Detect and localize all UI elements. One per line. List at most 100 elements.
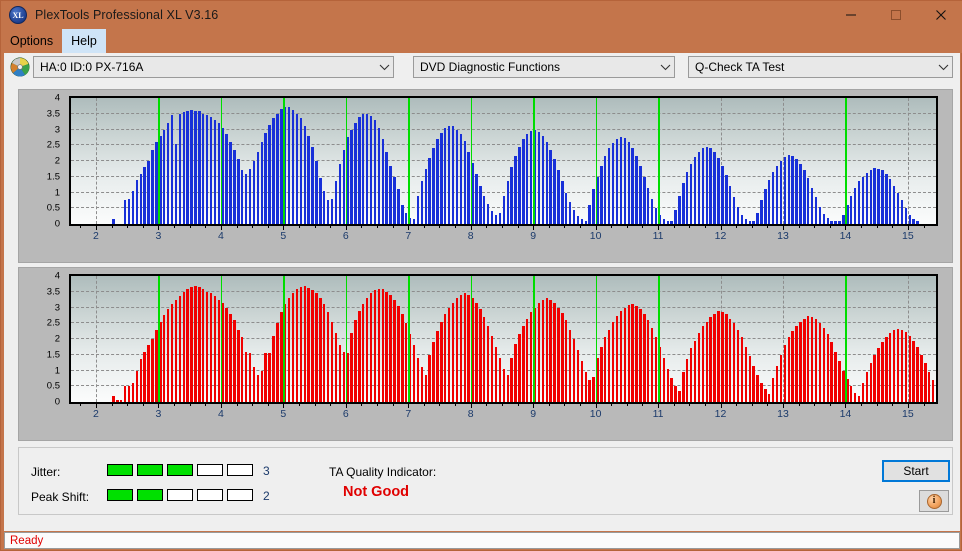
chart-bar: [416, 357, 420, 402]
y-axis-label: 0.5: [46, 380, 60, 392]
chart-bar: [865, 372, 869, 402]
function-select[interactable]: DVD Diagnostic Functions: [413, 56, 675, 78]
chart-bar: [857, 396, 861, 402]
x-axis-label: 8: [467, 408, 474, 420]
x-axis-minor-tick: [142, 226, 144, 228]
meter-segment: [227, 489, 253, 501]
meter-segment: [107, 464, 133, 476]
x-axis-minor-tick: [174, 404, 176, 406]
chart-bar: [729, 318, 732, 402]
chart-bar: [483, 195, 486, 224]
y-axis-label: 4: [54, 92, 60, 104]
peak-shift-chart-plot: [69, 274, 938, 404]
chart-bar: [358, 116, 361, 224]
chart-bar: [252, 367, 256, 402]
chart-bar: [580, 219, 584, 224]
chart-bar: [670, 378, 673, 402]
x-axis-minor-tick: [736, 226, 738, 228]
info-button[interactable]: i: [919, 490, 949, 512]
chart-bar: [725, 314, 728, 402]
chart-bar: [686, 359, 689, 402]
chart-bar: [420, 181, 424, 224]
chart-bar: [209, 293, 213, 402]
x-axis-minor-tick: [80, 404, 82, 406]
chart-bar: [479, 309, 482, 402]
chart-bar: [834, 351, 837, 402]
chart-bar: [756, 212, 759, 224]
chart-bar: [826, 218, 829, 224]
x-axis-minor-tick: [720, 404, 722, 406]
chart-bar: [467, 294, 470, 402]
y-axis-label: 1: [54, 365, 60, 376]
x-axis-minor-tick: [486, 404, 488, 406]
x-axis-minor-tick: [704, 404, 706, 406]
x-axis-minor-tick: [330, 226, 332, 228]
drive-select[interactable]: HA:0 ID:0 PX-716A: [33, 56, 394, 78]
x-axis-label: 9: [530, 230, 537, 242]
chart-bar: [217, 299, 221, 402]
jitter-chart-plot: [69, 96, 938, 226]
start-button[interactable]: Start: [882, 460, 950, 482]
chart-bar: [709, 316, 712, 402]
x-axis-minor-tick: [829, 226, 831, 228]
y-axis-label: 1.5: [46, 349, 60, 361]
x-axis-minor-tick: [767, 226, 769, 228]
chart-bar: [529, 312, 533, 402]
chart-bar: [775, 165, 779, 224]
chart-bar: [405, 212, 408, 224]
close-icon[interactable]: [918, 1, 962, 29]
chart-bar: [572, 339, 576, 402]
x-axis-label: 2: [93, 408, 99, 420]
chart-bar: [627, 142, 630, 224]
x-axis-minor-tick: [501, 226, 503, 228]
meter-segment: [167, 489, 193, 501]
menu-item-options[interactable]: Options: [1, 29, 62, 53]
chart-bar: [490, 211, 494, 224]
menu-item-help[interactable]: Help: [62, 29, 106, 53]
chart-bar: [877, 168, 880, 224]
chart-bar: [377, 288, 381, 402]
minimize-icon[interactable]: [828, 1, 873, 29]
chart-bar: [354, 320, 357, 402]
test-select[interactable]: Q-Check TA Test: [688, 56, 953, 78]
chart-bar: [810, 316, 814, 402]
jitter-chart: 0 0.5 1 1.5 2 2.5 3 3.5 4 2 3 4 5 6 7 8 9 10 11 12 13 14 15: [18, 89, 953, 263]
chart-bar: [502, 368, 505, 402]
chart-bar: [205, 291, 209, 402]
x-axis-label: 13: [777, 408, 789, 420]
chart-bar: [451, 126, 455, 224]
chart-bar: [744, 346, 748, 402]
sector-marker: [470, 276, 473, 402]
chart-bar: [311, 290, 314, 402]
x-axis-minor-tick: [361, 226, 363, 228]
chart-bar: [818, 323, 822, 402]
chart-bar: [170, 304, 174, 402]
chart-bar: [611, 142, 615, 224]
chart-bar: [611, 321, 615, 402]
maximize-icon[interactable]: [873, 1, 918, 29]
chart-bar: [678, 390, 681, 402]
chart-bar: [553, 302, 556, 402]
sector-marker: [345, 276, 348, 402]
chart-bar: [463, 141, 466, 224]
chart-bar: [264, 353, 267, 402]
grid-line: [71, 160, 936, 161]
chart-bar: [561, 313, 564, 402]
x-axis-minor-tick: [720, 226, 722, 228]
chart-bar: [241, 337, 244, 402]
chart-bar: [896, 328, 900, 402]
chart-bar: [166, 123, 170, 224]
chart-bar: [900, 200, 904, 224]
x-axis-minor-tick: [892, 404, 894, 406]
x-axis-minor-tick: [439, 404, 441, 406]
sector-marker: [658, 98, 660, 224]
chart-bar: [412, 345, 416, 402]
x-axis-minor-tick: [423, 404, 425, 406]
chart-bar: [662, 219, 666, 224]
chart-bar: [483, 316, 486, 402]
chart-bar: [701, 326, 705, 402]
chart-bar: [838, 361, 841, 402]
chart-bar: [607, 148, 611, 224]
chart-bar: [506, 375, 509, 402]
chart-bar: [619, 311, 623, 402]
